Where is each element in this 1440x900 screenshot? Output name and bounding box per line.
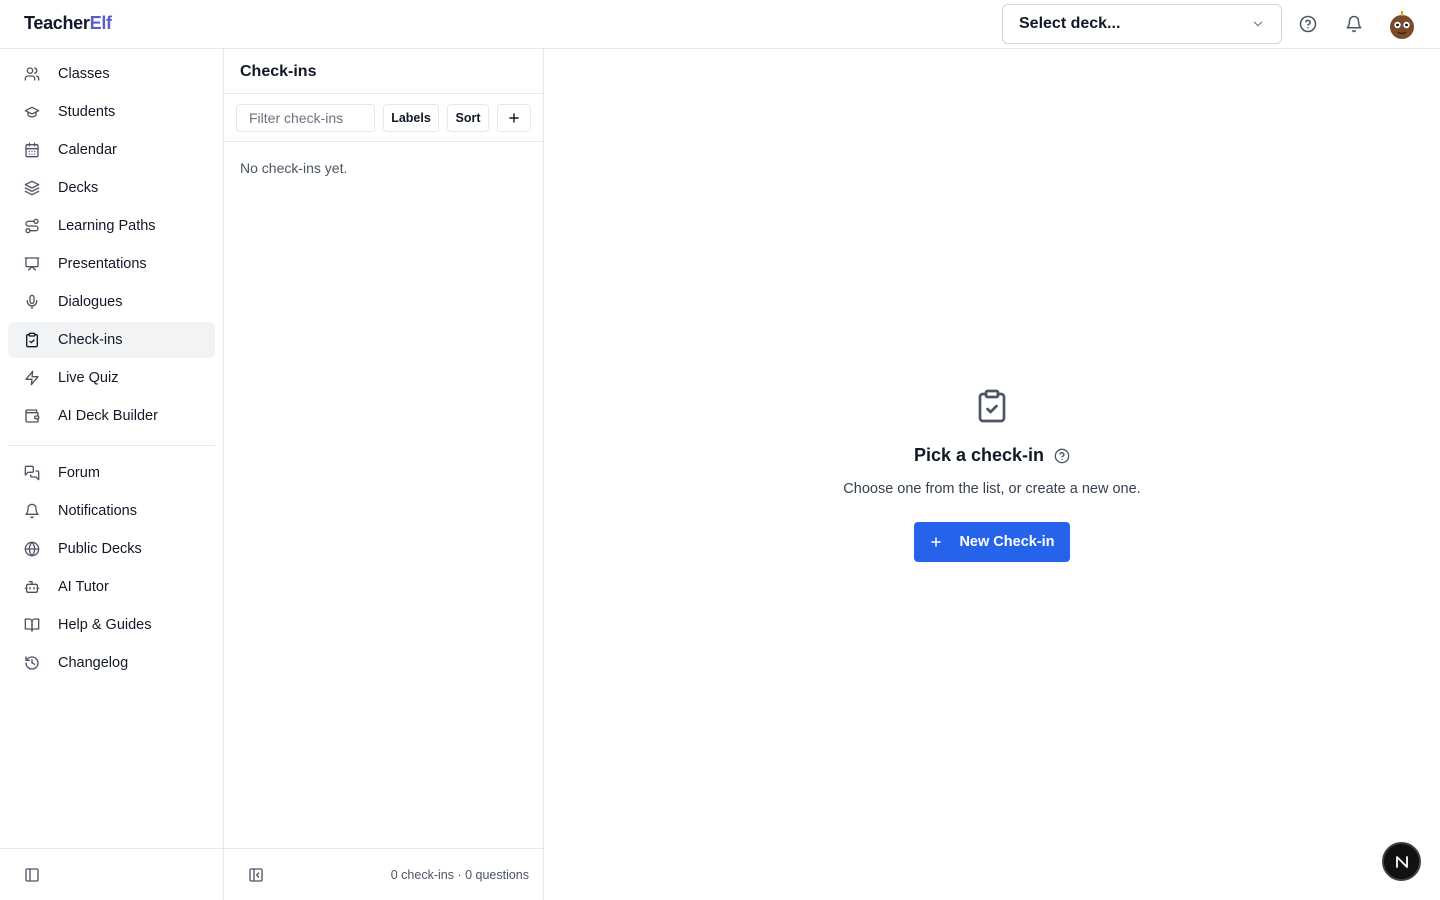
sidebar-item-ai-deck-builder[interactable]: AI Deck Builder	[8, 398, 215, 434]
sidebar-item-learning-paths[interactable]: Learning Paths	[8, 208, 215, 244]
empty-state-title-row: Pick a check-in	[544, 445, 1440, 466]
panel-left-close-icon	[249, 868, 263, 882]
sidebar-item-label: Forum	[58, 465, 100, 481]
sidebar-item-label: Classes	[58, 66, 110, 82]
chat-icon	[24, 465, 40, 481]
clipboard-check-icon	[24, 332, 40, 348]
sidebar-item-help-guides[interactable]: Help & Guides	[8, 607, 215, 643]
main-content: Pick a check-in Choose one from the list…	[544, 49, 1440, 900]
plus-icon	[509, 113, 519, 123]
presentation-icon	[24, 256, 40, 272]
list-panel-title: Check-ins	[240, 63, 317, 80]
top-bar: TeacherElf Select deck...	[0, 0, 1440, 49]
bell-icon	[1346, 15, 1362, 33]
list-counts: 0 check-ins · 0 questions	[390, 868, 529, 882]
book-icon	[24, 617, 40, 633]
list-panel-footer: 0 check-ins · 0 questions	[224, 848, 543, 900]
labels-button[interactable]: Labels	[383, 104, 439, 132]
sidebar-item-check-ins[interactable]: Check-ins	[8, 322, 215, 358]
chevron-down-icon	[1253, 21, 1263, 27]
help-icon[interactable]	[1054, 448, 1070, 464]
calendar-icon	[24, 142, 40, 158]
sidebar-item-decks[interactable]: Decks	[8, 170, 215, 206]
filter-check-ins-input[interactable]	[236, 104, 375, 132]
wallet-icon	[24, 408, 40, 424]
add-check-in-button[interactable]	[497, 104, 531, 132]
brand-name-part1: Teacher	[24, 13, 90, 33]
next-dev-tools-button[interactable]	[1382, 842, 1421, 881]
sidebar-divider	[8, 445, 215, 446]
help-button[interactable]	[1296, 12, 1320, 36]
history-icon	[24, 655, 40, 671]
sidebar-item-presentations[interactable]: Presentations	[8, 246, 215, 282]
sidebar-item-label: Notifications	[58, 503, 137, 519]
sidebar-item-label: Check-ins	[58, 332, 123, 348]
empty-list-message: No check-ins yet.	[240, 160, 348, 176]
new-check-in-button[interactable]: New Check-in	[914, 522, 1070, 562]
sidebar-item-label: Changelog	[58, 655, 129, 671]
layers-icon	[24, 180, 40, 196]
plus-icon	[931, 537, 942, 547]
avatar-image	[1386, 8, 1418, 40]
sidebar-item-label: Dialogues	[58, 294, 123, 310]
sidebar-item-notifications[interactable]: Notifications	[8, 493, 215, 529]
route-icon	[24, 218, 40, 234]
sidebar-toggle-icon	[25, 868, 39, 882]
users-icon	[24, 66, 40, 82]
n-logo-icon	[1395, 855, 1408, 868]
bot-icon	[24, 579, 40, 595]
user-avatar[interactable]	[1386, 8, 1418, 40]
sidebar-collapse-button[interactable]	[24, 867, 40, 883]
empty-state-title: Pick a check-in	[913, 445, 1045, 465]
primary-nav: Classes Students Calendar Decks Learning…	[8, 56, 215, 436]
sidebar-item-label: Decks	[58, 180, 99, 196]
sidebar-item-label: Live Quiz	[58, 370, 119, 386]
sidebar: Classes Students Calendar Decks Learning…	[0, 49, 224, 900]
sidebar-item-label: Public Decks	[58, 541, 142, 557]
bell-icon	[24, 503, 40, 519]
list-toolbar: Labels Sort	[224, 93, 543, 142]
sidebar-item-classes[interactable]: Classes	[8, 56, 215, 92]
sidebar-item-label: Presentations	[58, 256, 147, 272]
help-icon	[1299, 15, 1317, 33]
sort-button[interactable]: Sort	[447, 104, 489, 132]
sidebar-item-students[interactable]: Students	[8, 94, 215, 130]
clipboard-check-icon	[978, 389, 1006, 423]
sidebar-item-forum[interactable]: Forum	[8, 455, 215, 491]
sidebar-item-ai-tutor[interactable]: AI Tutor	[8, 569, 215, 605]
sidebar-item-label: Students	[58, 104, 116, 120]
graduation-cap-icon	[24, 104, 40, 120]
brand-logo[interactable]: TeacherElf	[24, 13, 112, 34]
microphone-icon	[24, 294, 40, 310]
sidebar-item-label: Calendar	[58, 142, 117, 158]
sidebar-item-label: Help & Guides	[58, 617, 152, 633]
notifications-button[interactable]	[1342, 12, 1366, 36]
sidebar-item-label: Learning Paths	[58, 218, 156, 234]
deck-select-value: Select deck...	[1019, 15, 1121, 32]
sidebar-item-live-quiz[interactable]: Live Quiz	[8, 360, 215, 396]
empty-state-subtitle: Choose one from the list, or create a ne…	[843, 481, 1141, 497]
sidebar-footer	[0, 848, 223, 900]
secondary-nav: Forum Notifications Public Decks AI Tuto…	[8, 455, 215, 683]
sidebar-item-dialogues[interactable]: Dialogues	[8, 284, 215, 320]
deck-select[interactable]: Select deck...	[1002, 4, 1282, 44]
sidebar-item-calendar[interactable]: Calendar	[8, 132, 215, 168]
collapse-list-button[interactable]	[248, 867, 264, 883]
check-ins-list-panel: Check-ins Labels Sort No check-ins yet. …	[224, 49, 544, 900]
sidebar-item-public-decks[interactable]: Public Decks	[8, 531, 215, 567]
sidebar-item-label: AI Deck Builder	[58, 408, 158, 424]
sidebar-item-label: AI Tutor	[58, 579, 109, 595]
new-check-in-label: New Check-in	[959, 534, 1055, 550]
lightning-icon	[24, 370, 40, 386]
sidebar-item-changelog[interactable]: Changelog	[8, 645, 215, 681]
brand-name-part2: Elf	[89, 13, 112, 33]
globe-icon	[24, 541, 40, 557]
